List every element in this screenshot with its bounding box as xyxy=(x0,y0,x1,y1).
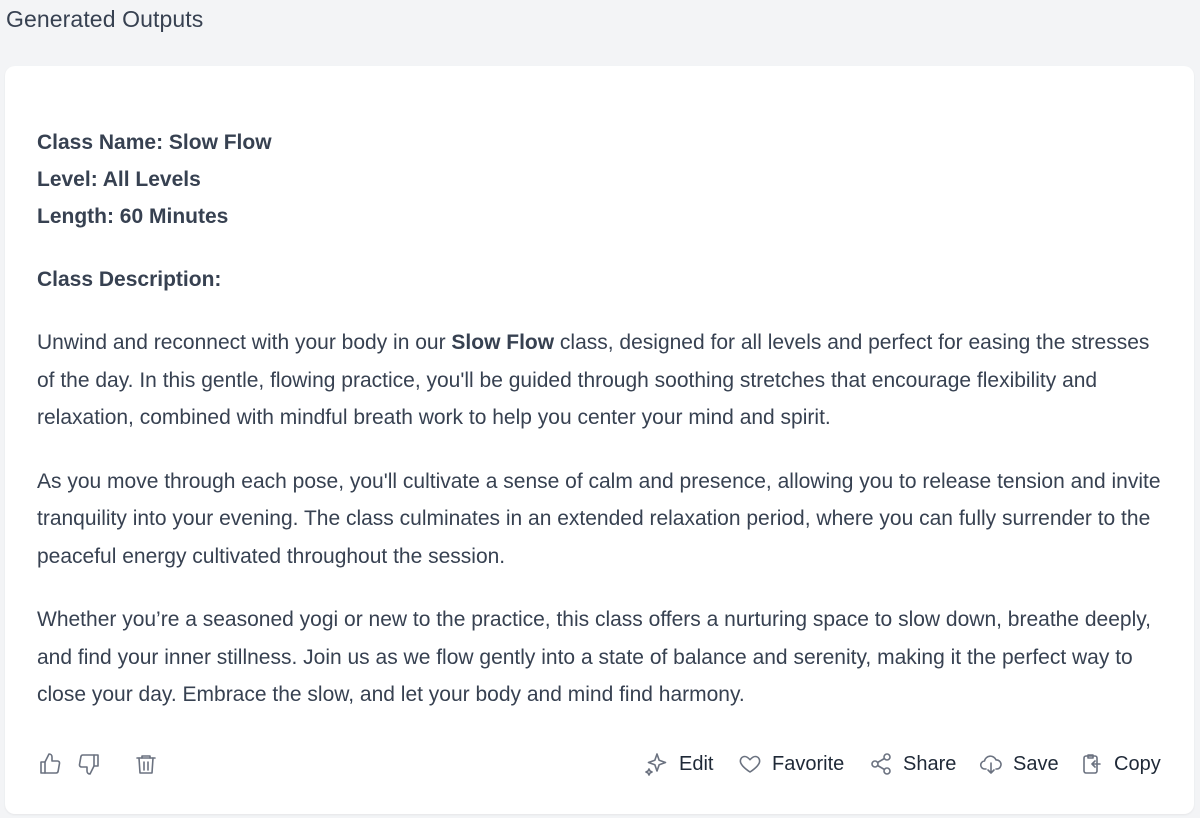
trash-icon xyxy=(136,755,156,774)
sparkle-icon xyxy=(645,753,667,776)
favorite-button[interactable]: Favorite xyxy=(738,748,844,780)
description-paragraph-3: Whether you’re a seasoned yogi or new to… xyxy=(37,608,1152,706)
description-paragraph-1: Unwind and reconnect with your body in o… xyxy=(37,324,1167,437)
thumbs-up-button[interactable] xyxy=(36,750,64,778)
description-heading: Class Description: xyxy=(37,268,222,291)
favorite-label: Favorite xyxy=(772,752,845,775)
thumbs-down-icon xyxy=(78,754,99,775)
description-paragraph-2: As you move through each pose, you'll cu… xyxy=(37,469,1161,568)
thumbs-down-button[interactable] xyxy=(75,750,103,778)
page-title: Generated Outputs xyxy=(6,6,204,32)
save-button[interactable]: Save xyxy=(979,748,1059,780)
output-content: Class Name: Slow Flow Level: All Levels … xyxy=(37,124,1167,714)
share-icon xyxy=(871,753,891,775)
delete-button[interactable] xyxy=(132,750,160,778)
edit-button[interactable]: Edit xyxy=(645,748,713,780)
heart-icon xyxy=(739,755,761,773)
edit-label: Edit xyxy=(679,752,714,775)
clipboard-icon xyxy=(1083,754,1101,774)
save-label: Save xyxy=(1013,752,1059,775)
cloud-download-icon xyxy=(979,755,1002,774)
share-button[interactable]: Share xyxy=(869,748,956,780)
share-label: Share xyxy=(903,752,957,775)
action-bar: Edit Favorite Share Save Copy xyxy=(5,746,1194,782)
class-level: Level: All Levels xyxy=(37,168,201,191)
output-card: Class Name: Slow Flow Level: All Levels … xyxy=(5,66,1194,814)
class-name: Class Name: Slow Flow xyxy=(37,131,272,154)
copy-label: Copy xyxy=(1114,752,1161,775)
class-length: Length: 60 Minutes xyxy=(37,205,229,228)
thumbs-up-icon xyxy=(40,753,61,774)
copy-button[interactable]: Copy xyxy=(1080,748,1161,780)
class-name-emphasis: Slow Flow xyxy=(451,331,555,354)
paragraph-text: Unwind and reconnect with your body in o… xyxy=(37,331,452,354)
